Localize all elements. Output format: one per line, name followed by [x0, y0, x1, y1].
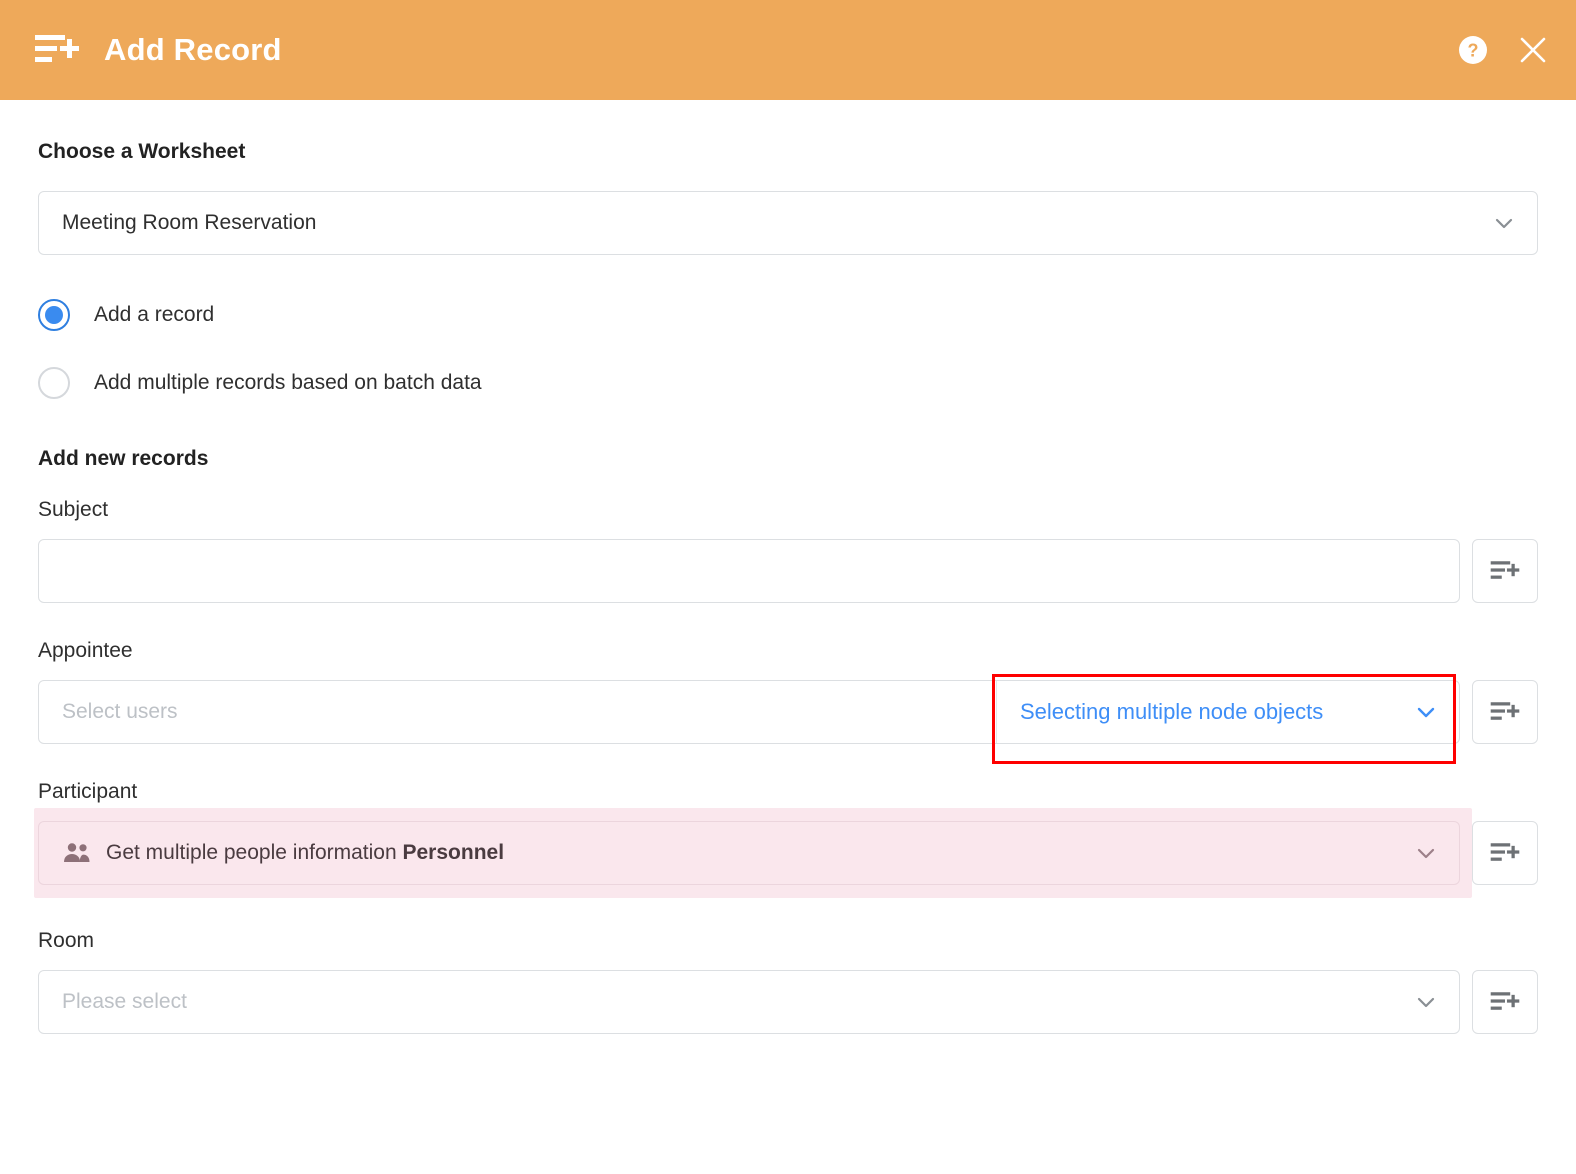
svg-text:?: ? — [1468, 41, 1479, 61]
field-participant: Participant Get multiple people informat… — [34, 780, 1538, 898]
appointee-control: Select users Selecting multiple node obj… — [38, 680, 1460, 744]
add-record-icon — [1490, 843, 1520, 861]
subject-input[interactable] — [38, 539, 1460, 603]
titlebar-actions: ? — [1458, 35, 1548, 65]
titlebar: Add Record ? — [0, 0, 1576, 100]
radio-button-selected[interactable] — [38, 299, 70, 331]
chevron-down-icon — [1493, 212, 1515, 234]
radio-button-unselected[interactable] — [38, 367, 70, 399]
radio-label: Add multiple records based on batch data — [94, 371, 482, 394]
field-row-subject — [38, 539, 1538, 603]
participant-text: Get multiple people information Personne… — [106, 841, 504, 865]
add-new-records-heading: Add new records — [38, 447, 209, 470]
field-room: Room Please select — [38, 929, 1538, 1034]
field-label-room: Room — [38, 929, 95, 952]
field-label-subject: Subject — [38, 498, 109, 521]
field-row-participant: Get multiple people information Personne… — [38, 821, 1538, 885]
participant-value: Get multiple people information Personne… — [39, 841, 960, 865]
help-circle-icon[interactable]: ? — [1458, 35, 1488, 65]
room-select[interactable]: Please select — [38, 970, 1460, 1034]
participant-text-prefix: Get multiple people information — [106, 841, 403, 864]
appointee-node-object-dropdown[interactable]: Selecting multiple node objects — [997, 681, 1459, 743]
chevron-down-icon — [1415, 701, 1437, 723]
add-record-icon — [1490, 992, 1520, 1010]
form-content: Choose a Worksheet Meeting Room Reservat… — [0, 100, 1576, 1034]
titlebar-left-group: Add Record — [34, 30, 282, 70]
people-icon — [62, 842, 92, 864]
room-placeholder: Please select — [62, 990, 187, 1013]
appointee-users-input[interactable]: Select users — [39, 681, 997, 743]
field-label-participant: Participant — [38, 780, 138, 803]
field-subject: Subject — [38, 498, 1538, 603]
worksheet-heading: Choose a Worksheet — [38, 140, 246, 163]
add-record-icon — [1490, 702, 1520, 720]
record-mode-radio-group: Add a record Add multiple records based … — [38, 292, 1538, 406]
add-record-icon — [1490, 561, 1520, 579]
room-add-record-button[interactable] — [1472, 970, 1538, 1034]
field-row-room: Please select — [38, 970, 1538, 1034]
radio-option-add-a-record[interactable]: Add a record — [38, 292, 678, 338]
subject-add-record-button[interactable] — [1472, 539, 1538, 603]
add-record-icon — [34, 30, 80, 70]
field-row-appointee: Select users Selecting multiple node obj… — [38, 680, 1538, 744]
appointee-add-record-button[interactable] — [1472, 680, 1538, 744]
appointee-placeholder: Select users — [62, 700, 178, 723]
chevron-down-icon — [1415, 991, 1437, 1013]
radio-option-add-multiple-records[interactable]: Add multiple records based on batch data — [38, 360, 678, 406]
worksheet-selected-value: Meeting Room Reservation — [62, 211, 317, 234]
participant-add-record-button[interactable] — [1472, 821, 1538, 885]
appointee-dropdown-label: Selecting multiple node objects — [1020, 699, 1324, 724]
participant-control[interactable]: Get multiple people information Personne… — [38, 821, 1460, 885]
worksheet-select[interactable]: Meeting Room Reservation — [38, 191, 1538, 255]
close-icon[interactable] — [1518, 35, 1548, 65]
chevron-down-icon — [1415, 842, 1437, 864]
participant-row-wrapper: Get multiple people information Personne… — [34, 808, 1538, 898]
page-title: Add Record — [104, 32, 282, 67]
participant-text-strong: Personnel — [402, 841, 505, 864]
field-appointee: Appointee Select users Selecting multipl… — [38, 639, 1538, 764]
radio-label: Add a record — [94, 303, 215, 326]
field-label-appointee: Appointee — [38, 639, 133, 662]
